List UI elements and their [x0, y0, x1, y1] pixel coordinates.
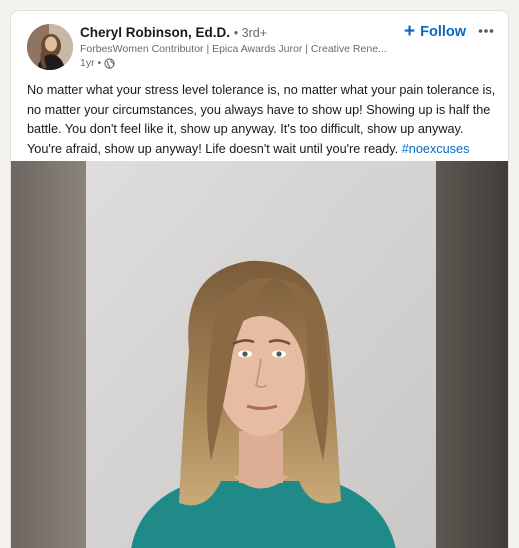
- more-options-icon: [478, 29, 494, 33]
- video-frame: [11, 161, 508, 548]
- post-age: 1yr •: [80, 57, 102, 69]
- plus-icon: +: [404, 21, 416, 42]
- more-options-button[interactable]: [473, 19, 499, 43]
- author-headline: ForbesWomen Contributor | Epica Awards J…: [80, 43, 387, 55]
- connection-degree: • 3rd+: [233, 26, 267, 40]
- post-time-line: 1yr •: [80, 56, 400, 70]
- post-body: No matter what your stress level toleran…: [27, 81, 499, 160]
- follow-label: Follow: [420, 24, 467, 40]
- post-video[interactable]: [11, 161, 508, 548]
- author-name-line: Cheryl Robinson, Ed.D. • 3rd+: [80, 24, 400, 42]
- author-name[interactable]: Cheryl Robinson, Ed.D.: [80, 25, 230, 40]
- globe-icon: [104, 57, 115, 69]
- author-meta: Cheryl Robinson, Ed.D. • 3rd+ ForbesWome…: [80, 24, 400, 70]
- follow-button[interactable]: + Follow: [400, 21, 470, 43]
- hashtag-link[interactable]: #noexcuses: [402, 142, 470, 156]
- author-avatar[interactable]: [27, 24, 73, 70]
- feed-post-card: Cheryl Robinson, Ed.D. • 3rd+ ForbesWome…: [10, 10, 509, 548]
- post-header: Cheryl Robinson, Ed.D. • 3rd+ ForbesWome…: [11, 11, 508, 77]
- avatar-photo: [27, 24, 73, 70]
